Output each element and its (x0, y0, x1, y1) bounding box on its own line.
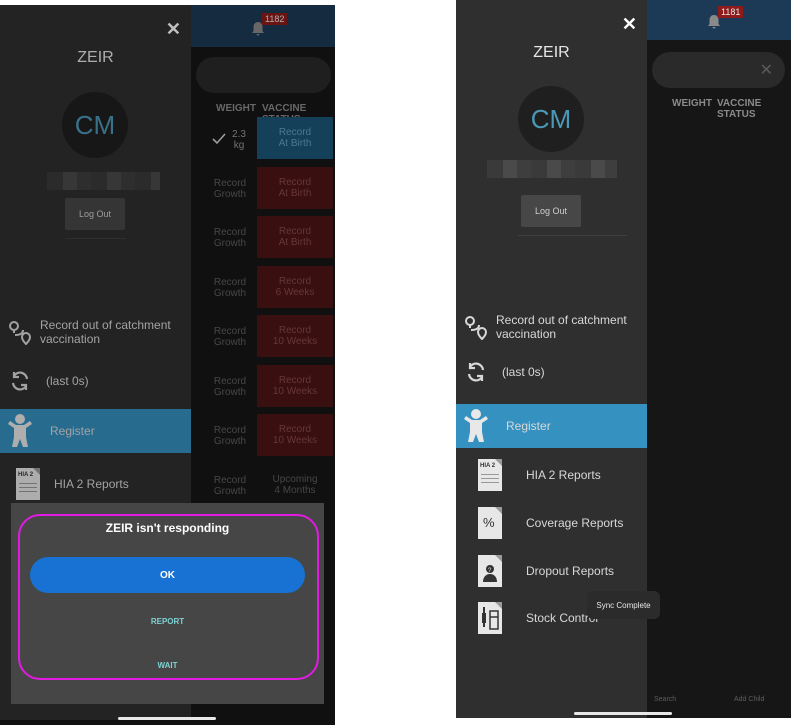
column-header-vaccine-status: VACCINE STATUS (717, 98, 762, 120)
menu-item-label: HIA 2 Reports (526, 468, 601, 482)
sync-icon (456, 361, 496, 383)
home-indicator[interactable] (118, 717, 216, 720)
close-icon[interactable]: ✕ (622, 14, 637, 35)
column-header-weight: WEIGHT (672, 98, 712, 109)
bottom-nav-add-child[interactable]: Add Child (734, 696, 764, 703)
logout-button[interactable]: Log Out (521, 195, 581, 227)
phone-screen-right: 1181 ✕ WEIGHT VACCINE STATUS Search Add … (456, 0, 791, 718)
avatar: CM (518, 86, 584, 152)
percent-document-icon: % (456, 507, 510, 539)
search-input[interactable]: ✕ (652, 52, 785, 88)
notifications-button[interactable]: 1181 (692, 4, 744, 40)
menu-item-sync[interactable]: (last 0s) (456, 352, 647, 392)
document-icon: HIA 2 (456, 459, 510, 491)
menu-item-label: (last 0s) (502, 365, 545, 379)
user-name (487, 160, 617, 178)
menu-item-out-of-catchment[interactable]: Record out of catchment vaccination (456, 307, 647, 347)
menu-item-hia2-reports[interactable]: HIA 2 HIA 2 Reports (456, 454, 647, 496)
menu-item-register[interactable]: Register (456, 404, 647, 448)
home-indicator[interactable] (574, 712, 672, 715)
menu-item-label: Stock Control (526, 611, 599, 625)
person-document-icon: ? (456, 555, 510, 587)
app-title: ZEIR (533, 44, 570, 61)
highlight-annotation (18, 514, 319, 680)
child-icon (456, 408, 496, 444)
bottom-nav-search[interactable]: Search (654, 696, 676, 703)
syringe-fridge-icon (456, 602, 510, 634)
menu-item-label: Record out of catchment vaccination (496, 313, 627, 341)
clear-icon[interactable]: ✕ (760, 60, 773, 80)
menu-item-label: Dropout Reports (526, 564, 615, 578)
notification-badge: 1181 (718, 6, 744, 18)
menu-item-label: Register (506, 419, 551, 433)
location-route-icon (456, 314, 496, 340)
phone-screen-left: 1182 WEIGHT VACCINE STATUS 2.3 kg Record… (0, 5, 335, 725)
sync-complete-toast: Sync Complete (587, 591, 660, 619)
menu-item-coverage-reports[interactable]: % Coverage Reports (456, 502, 647, 544)
menu-item-label: Coverage Reports (526, 516, 624, 530)
menu-item-dropout-reports[interactable]: ? Dropout Reports (456, 550, 647, 592)
divider (518, 235, 627, 236)
